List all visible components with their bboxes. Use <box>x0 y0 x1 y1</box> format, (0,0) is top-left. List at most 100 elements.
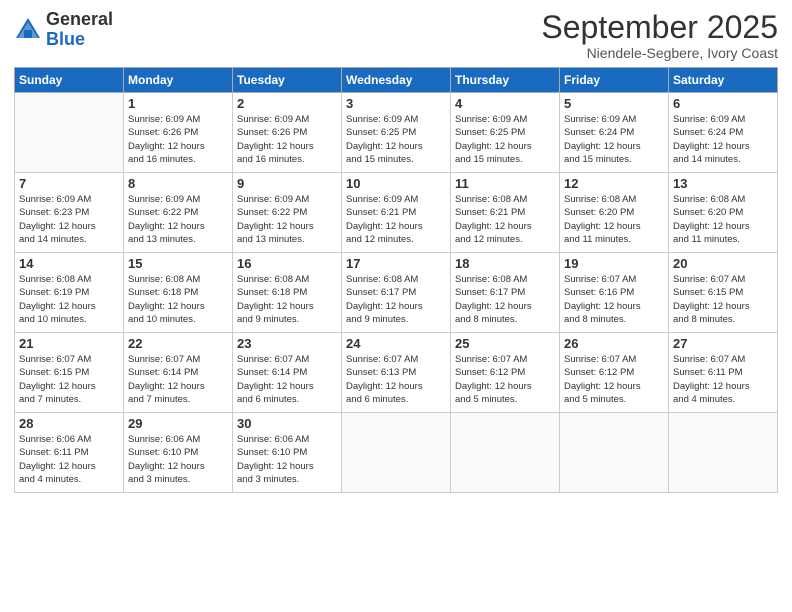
calendar-cell: 4 Sunrise: 6:09 AM Sunset: 6:25 PM Daylig… <box>451 93 560 173</box>
day-number: 4 <box>455 96 555 111</box>
calendar-cell: 5Sunrise: 6:09 AM Sunset: 6:24 PM Daylig… <box>560 93 669 173</box>
day-number: 19 <box>564 256 664 271</box>
day-number: 18 <box>455 256 555 271</box>
calendar-cell <box>342 413 451 493</box>
calendar-header-row: Sunday Monday Tuesday Wednesday Thursday… <box>15 68 778 93</box>
calendar-cell: 10 Sunrise: 6:09 AM Sunset: 6:21 PM Dayli… <box>342 173 451 253</box>
day-number: 1 <box>128 96 228 111</box>
calendar-cell: 24 Sunrise: 6:07 AM Sunset: 6:13 PM Dayli… <box>342 333 451 413</box>
calendar-cell: 3 Sunrise: 6:09 AM Sunset: 6:25 PM Daylig… <box>342 93 451 173</box>
calendar-cell: 18 Sunrise: 6:08 AM Sunset: 6:17 PM Dayli… <box>451 253 560 333</box>
day-info: Sunrise: 6:09 AM Sunset: 6:23 PM Dayligh… <box>19 193 119 246</box>
page: General Blue September 2025 Niendele-Seg… <box>0 0 792 612</box>
logo-icon <box>14 16 42 44</box>
calendar-cell: 15Sunrise: 6:08 AM Sunset: 6:18 PM Dayli… <box>124 253 233 333</box>
day-info: Sunrise: 6:09 AM Sunset: 6:21 PM Dayligh… <box>346 193 446 246</box>
day-info: Sunrise: 6:07 AM Sunset: 6:15 PM Dayligh… <box>673 273 773 326</box>
header-saturday: Saturday <box>669 68 778 93</box>
day-info: Sunrise: 6:07 AM Sunset: 6:12 PM Dayligh… <box>564 353 664 406</box>
day-number: 16 <box>237 256 337 271</box>
day-info: Sunrise: 6:07 AM Sunset: 6:13 PM Dayligh… <box>346 353 446 406</box>
day-info: Sunrise: 6:09 AM Sunset: 6:26 PM Dayligh… <box>237 113 337 166</box>
calendar-cell: 26Sunrise: 6:07 AM Sunset: 6:12 PM Dayli… <box>560 333 669 413</box>
day-number: 13 <box>673 176 773 191</box>
calendar-cell: 22 Sunrise: 6:07 AM Sunset: 6:14 PM Dayli… <box>124 333 233 413</box>
day-number: 25 <box>455 336 555 351</box>
day-info: Sunrise: 6:07 AM Sunset: 6:14 PM Dayligh… <box>128 353 228 406</box>
day-number: 27 <box>673 336 773 351</box>
title-block: September 2025 Niendele-Segbere, Ivory C… <box>541 10 778 61</box>
day-number: 10 <box>346 176 446 191</box>
day-info: Sunrise: 6:09 AM Sunset: 6:24 PM Dayligh… <box>673 113 773 166</box>
calendar-cell: 9 Sunrise: 6:09 AM Sunset: 6:22 PM Daylig… <box>233 173 342 253</box>
calendar-cell <box>451 413 560 493</box>
calendar-cell: 11 Sunrise: 6:08 AM Sunset: 6:21 PM Dayli… <box>451 173 560 253</box>
calendar-cell: 30 Sunrise: 6:06 AM Sunset: 6:10 PM Dayli… <box>233 413 342 493</box>
day-info: Sunrise: 6:08 AM Sunset: 6:20 PM Dayligh… <box>564 193 664 246</box>
day-number: 29 <box>128 416 228 431</box>
month-title: September 2025 <box>541 10 778 45</box>
day-number: 12 <box>564 176 664 191</box>
calendar-cell: 29 Sunrise: 6:06 AM Sunset: 6:10 PM Dayli… <box>124 413 233 493</box>
day-info: Sunrise: 6:06 AM Sunset: 6:10 PM Dayligh… <box>128 433 228 486</box>
logo-general-text: General <box>46 10 113 30</box>
day-number: 11 <box>455 176 555 191</box>
day-info: Sunrise: 6:08 AM Sunset: 6:20 PM Dayligh… <box>673 193 773 246</box>
day-info: Sunrise: 6:07 AM Sunset: 6:12 PM Dayligh… <box>455 353 555 406</box>
calendar-week-3: 21Sunrise: 6:07 AM Sunset: 6:15 PM Dayli… <box>15 333 778 413</box>
calendar-cell: 14 Sunrise: 6:08 AM Sunset: 6:19 PM Dayli… <box>15 253 124 333</box>
day-number: 24 <box>346 336 446 351</box>
day-number: 22 <box>128 336 228 351</box>
calendar-table: Sunday Monday Tuesday Wednesday Thursday… <box>14 67 778 493</box>
calendar-cell: 6Sunrise: 6:09 AM Sunset: 6:24 PM Daylig… <box>669 93 778 173</box>
calendar-week-1: 7 Sunrise: 6:09 AM Sunset: 6:23 PM Daylig… <box>15 173 778 253</box>
header: General Blue September 2025 Niendele-Seg… <box>14 10 778 61</box>
day-number: 20 <box>673 256 773 271</box>
calendar-cell: 8 Sunrise: 6:09 AM Sunset: 6:22 PM Daylig… <box>124 173 233 253</box>
day-number: 17 <box>346 256 446 271</box>
day-number: 2 <box>237 96 337 111</box>
day-info: Sunrise: 6:08 AM Sunset: 6:18 PM Dayligh… <box>237 273 337 326</box>
calendar-cell <box>15 93 124 173</box>
calendar-week-0: 1 Sunrise: 6:09 AM Sunset: 6:26 PM Daylig… <box>15 93 778 173</box>
header-friday: Friday <box>560 68 669 93</box>
day-info: Sunrise: 6:09 AM Sunset: 6:25 PM Dayligh… <box>455 113 555 166</box>
day-info: Sunrise: 6:08 AM Sunset: 6:17 PM Dayligh… <box>346 273 446 326</box>
day-number: 28 <box>19 416 119 431</box>
day-number: 5 <box>564 96 664 111</box>
calendar-cell <box>560 413 669 493</box>
calendar-cell: 1Sunrise: 6:09 AM Sunset: 6:26 PM Daylig… <box>124 93 233 173</box>
day-info: Sunrise: 6:08 AM Sunset: 6:21 PM Dayligh… <box>455 193 555 246</box>
day-number: 30 <box>237 416 337 431</box>
calendar-cell: 28 Sunrise: 6:06 AM Sunset: 6:11 PM Dayli… <box>15 413 124 493</box>
calendar-cell: 17 Sunrise: 6:08 AM Sunset: 6:17 PM Dayli… <box>342 253 451 333</box>
day-info: Sunrise: 6:09 AM Sunset: 6:22 PM Dayligh… <box>128 193 228 246</box>
header-thursday: Thursday <box>451 68 560 93</box>
calendar-cell: 19 Sunrise: 6:07 AM Sunset: 6:16 PM Dayli… <box>560 253 669 333</box>
day-info: Sunrise: 6:08 AM Sunset: 6:17 PM Dayligh… <box>455 273 555 326</box>
calendar-cell: 12 Sunrise: 6:08 AM Sunset: 6:20 PM Dayli… <box>560 173 669 253</box>
header-tuesday: Tuesday <box>233 68 342 93</box>
day-info: Sunrise: 6:09 AM Sunset: 6:25 PM Dayligh… <box>346 113 446 166</box>
day-info: Sunrise: 6:09 AM Sunset: 6:22 PM Dayligh… <box>237 193 337 246</box>
day-number: 15 <box>128 256 228 271</box>
calendar-cell: 13 Sunrise: 6:08 AM Sunset: 6:20 PM Dayli… <box>669 173 778 253</box>
calendar-cell: 23Sunrise: 6:07 AM Sunset: 6:14 PM Dayli… <box>233 333 342 413</box>
day-number: 8 <box>128 176 228 191</box>
day-info: Sunrise: 6:07 AM Sunset: 6:16 PM Dayligh… <box>564 273 664 326</box>
day-number: 9 <box>237 176 337 191</box>
day-info: Sunrise: 6:08 AM Sunset: 6:19 PM Dayligh… <box>19 273 119 326</box>
calendar-week-4: 28 Sunrise: 6:06 AM Sunset: 6:11 PM Dayli… <box>15 413 778 493</box>
calendar-cell <box>669 413 778 493</box>
day-info: Sunrise: 6:06 AM Sunset: 6:11 PM Dayligh… <box>19 433 119 486</box>
location-title: Niendele-Segbere, Ivory Coast <box>541 45 778 61</box>
header-monday: Monday <box>124 68 233 93</box>
header-sunday: Sunday <box>15 68 124 93</box>
day-info: Sunrise: 6:06 AM Sunset: 6:10 PM Dayligh… <box>237 433 337 486</box>
day-number: 7 <box>19 176 119 191</box>
calendar-cell: 27Sunrise: 6:07 AM Sunset: 6:11 PM Dayli… <box>669 333 778 413</box>
day-number: 3 <box>346 96 446 111</box>
calendar-cell: 25 Sunrise: 6:07 AM Sunset: 6:12 PM Dayli… <box>451 333 560 413</box>
day-number: 14 <box>19 256 119 271</box>
calendar-cell: 7 Sunrise: 6:09 AM Sunset: 6:23 PM Daylig… <box>15 173 124 253</box>
